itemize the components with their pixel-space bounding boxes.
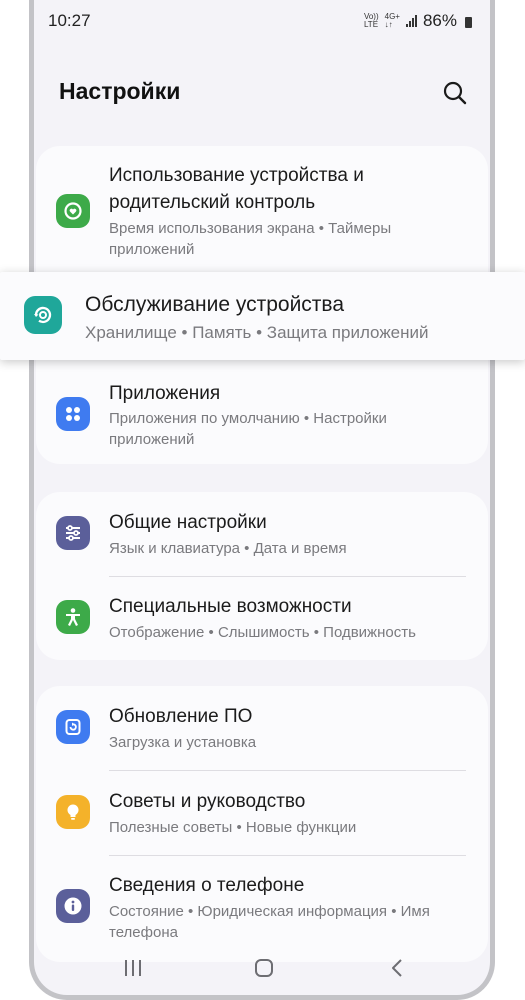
menu-item-title: родительский контроль [109, 192, 316, 213]
menu-item-accessibility[interactable]: Специальные возможности Отображение • Сл… [36, 577, 488, 660]
page-title: Настройки [59, 78, 181, 104]
menu-item-subtitle: телефона [109, 924, 178, 941]
menu-item-device-care[interactable]: Обслуживание устройства Хранилище • Памя… [0, 272, 525, 360]
menu-item-software-update[interactable]: Обновление ПО Загрузка и установка [36, 686, 488, 770]
search-button[interactable] [440, 78, 470, 108]
menu-item-title: Обновление ПО [109, 706, 253, 727]
info-icon [56, 889, 90, 923]
menu-item-general-settings[interactable]: Общие настройки Язык и клавиатура • Дата… [36, 492, 488, 576]
menu-item-apps[interactable]: Приложения Приложения по умолчанию • Нас… [36, 366, 488, 464]
software-update-icon [56, 710, 90, 744]
menu-item-subtitle: Время использования экрана • Таймеры [109, 220, 392, 237]
menu-item-title: Использование устройства и [109, 165, 364, 186]
accessibility-icon [56, 600, 90, 634]
device-care-icon [24, 296, 62, 334]
settings-card-2: Общие настройки Язык и клавиатура • Дата… [36, 492, 488, 660]
menu-item-subtitle: Отображение • Слышимость • Подвижность [109, 624, 416, 641]
tips-bulb-icon [56, 795, 90, 829]
home-icon[interactable] [253, 957, 275, 979]
menu-item-subtitle: Загрузка и установка [109, 734, 257, 751]
menu-item-subtitle: Полезные советы • Новые функции [109, 819, 357, 836]
menu-item-title: Сведения о телефоне [109, 875, 305, 896]
menu-item-digital-wellbeing[interactable]: Использование устройства и родительский … [36, 146, 488, 270]
volte-indicator: Vo)) LTE [363, 12, 379, 29]
signal-icon [405, 15, 417, 27]
back-icon[interactable] [386, 957, 408, 979]
apps-icon [56, 397, 90, 431]
general-settings-icon [56, 516, 90, 550]
device-care-subtitle: Хранилище • Память • Защита приложений [85, 323, 429, 342]
status-time: 10:27 [48, 11, 91, 30]
menu-item-subtitle: Язык и клавиатура • Дата и время [109, 540, 347, 557]
phone-screen: 10:27 Vo)) LTE 4G+ ↓↑ 86% Настройки Испо… [29, 0, 495, 1000]
menu-item-subtitle: Состояние • Юридическая информация • Имя [109, 903, 430, 920]
menu-item-title: Общие настройки [109, 512, 267, 533]
status-bar: 10:27 Vo)) LTE 4G+ ↓↑ 86% [34, 0, 490, 42]
network-indicator: 4G+ ↓↑ [384, 12, 400, 29]
menu-item-title: Приложения [109, 383, 221, 404]
settings-card-3: Обновление ПО Загрузка и установка Совет… [36, 686, 488, 962]
menu-item-title: Советы и руководство [109, 791, 306, 812]
battery-percent: 86% [422, 11, 457, 30]
battery-icon [465, 16, 472, 28]
device-care-title: Обслуживание устройства [85, 293, 345, 316]
navigation-bar [34, 941, 490, 995]
menu-item-subtitle: приложений [109, 431, 195, 448]
menu-item-title: Специальные возможности [109, 596, 352, 617]
digital-wellbeing-icon [56, 194, 90, 228]
recents-icon[interactable] [122, 957, 144, 979]
menu-item-tips[interactable]: Советы и руководство Полезные советы • Н… [36, 771, 488, 855]
menu-item-subtitle: Приложения по умолчанию • Настройки [109, 410, 387, 427]
status-icons: Vo)) LTE 4G+ ↓↑ 86% [364, 11, 472, 31]
search-icon [443, 81, 467, 105]
menu-item-subtitle: приложений [109, 241, 195, 258]
